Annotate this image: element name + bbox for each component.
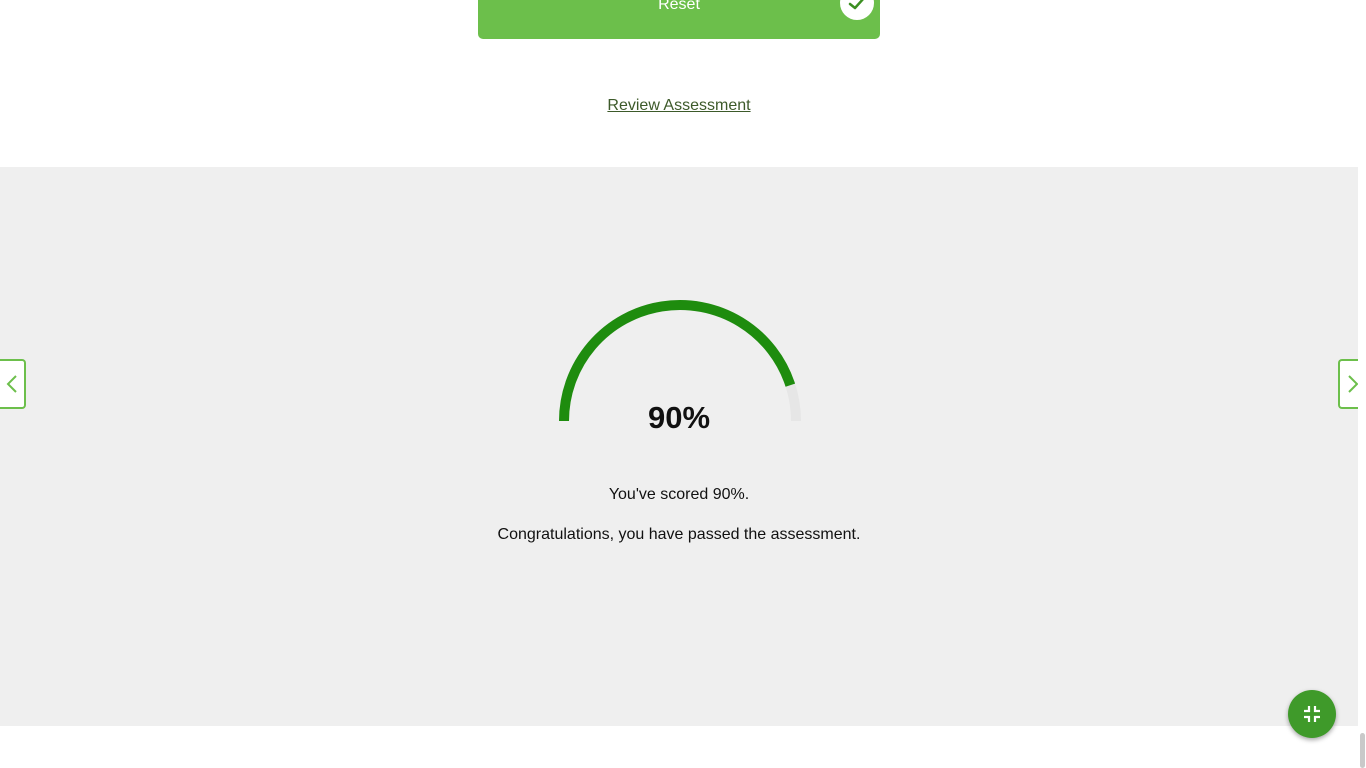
- previous-slide-button[interactable]: [0, 359, 26, 409]
- check-icon: [840, 0, 874, 20]
- result-panel: [0, 167, 1358, 726]
- page: Reset Review Assessment 90% You've score…: [0, 0, 1366, 768]
- score-percentage: 90%: [647, 400, 711, 435]
- scrollbar-thumb[interactable]: [1360, 733, 1365, 768]
- scrollbar-track[interactable]: [1358, 0, 1366, 768]
- reset-button[interactable]: Reset: [478, 0, 880, 39]
- pass-message: Congratulations, you have passed the ass…: [497, 526, 861, 543]
- score-message: You've scored 90%.: [608, 486, 750, 503]
- reset-button-label: Reset: [658, 0, 700, 13]
- collapse-icon: [1304, 706, 1320, 722]
- chevron-left-icon: [6, 375, 17, 393]
- review-assessment-link[interactable]: Review Assessment: [0, 97, 1358, 115]
- collapse-fullscreen-button[interactable]: [1288, 690, 1336, 738]
